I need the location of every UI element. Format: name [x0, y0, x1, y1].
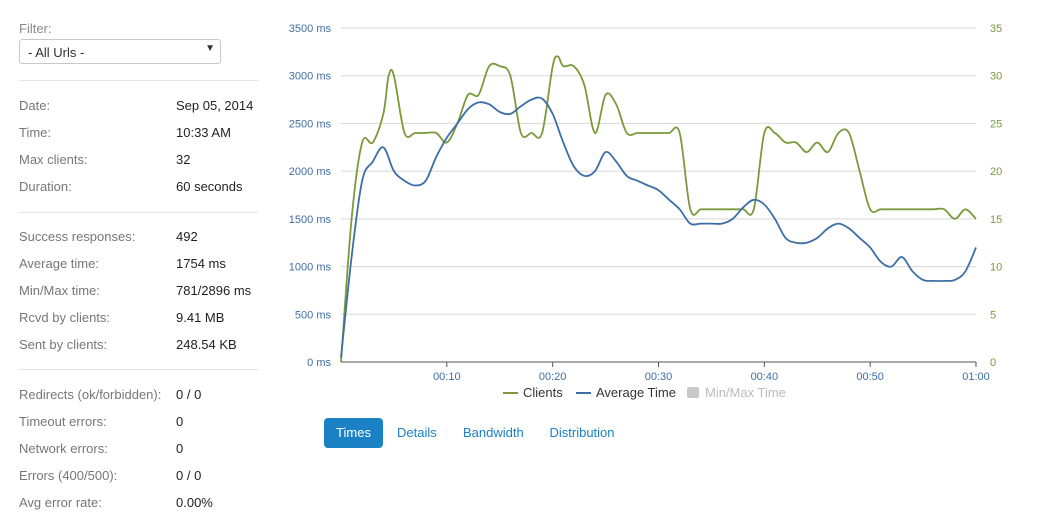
tab-distribution[interactable]: Distribution	[537, 418, 627, 448]
divider	[19, 212, 259, 213]
y-left-tick-label: 0 ms	[307, 357, 331, 369]
legend-label: Min/Max Time	[705, 385, 786, 400]
stat-row: Errors (400/500): 0 / 0	[19, 468, 259, 488]
stat-key: Redirects (ok/forbidden):	[19, 387, 162, 402]
stat-value: 60 seconds	[176, 179, 243, 194]
stat-value: 0	[176, 441, 184, 456]
tab-times[interactable]: Times	[324, 418, 383, 448]
legend-item-clients[interactable]: Clients	[503, 385, 563, 400]
x-tick-label: 00:40	[751, 371, 779, 383]
stat-row: Network errors: 0	[19, 441, 259, 461]
stat-key: Timeout errors:	[19, 414, 107, 429]
x-tick-label: 00:30	[645, 371, 673, 383]
stat-value: 32	[176, 152, 191, 167]
y-right-tick-label: 20	[990, 166, 1002, 178]
tab-bandwidth[interactable]: Bandwidth	[451, 418, 533, 448]
legend-item-min-max-time[interactable]: Min/Max Time	[687, 385, 786, 400]
stat-key: Avg error rate:	[19, 495, 102, 510]
stat-key: Time:	[19, 125, 52, 140]
url-filter-select[interactable]: - All Urls - ▼	[19, 39, 221, 64]
y-left-tick-label: 500 ms	[295, 309, 332, 321]
x-tick-label: 00:10	[433, 371, 461, 383]
stat-row: Duration: 60 seconds	[19, 179, 259, 199]
stat-value: 0	[176, 414, 184, 429]
legend-label: Average Time	[596, 385, 676, 400]
stat-value: 492	[176, 229, 198, 244]
y-left-tick-label: 1500 ms	[289, 214, 332, 226]
stat-value: 0 / 0	[176, 387, 202, 402]
y-left-tick-label: 3500 ms	[289, 23, 332, 35]
y-right-tick-label: 0	[990, 357, 996, 369]
stat-key: Rcvd by clients:	[19, 310, 111, 325]
stat-key: Errors (400/500):	[19, 468, 118, 483]
stat-row: Success responses: 492	[19, 229, 259, 249]
stat-row: Max clients: 32	[19, 152, 259, 172]
stat-row: Timeout errors: 0	[19, 414, 259, 434]
stat-value: 10:33 AM	[176, 125, 231, 140]
y-left-tick-label: 2000 ms	[289, 166, 332, 178]
legend-label: Clients	[523, 385, 563, 400]
y-left-tick-label: 1000 ms	[289, 262, 332, 274]
stat-row: Sent by clients: 248.54 KB	[19, 337, 259, 357]
filter-label: Filter:	[19, 21, 52, 36]
stat-row: Redirects (ok/forbidden): 0 / 0	[19, 387, 259, 407]
stat-key: Network errors:	[19, 441, 108, 456]
y-left-tick-label: 2500 ms	[289, 118, 332, 130]
series-line-clients	[340, 55, 977, 363]
y-right-tick-label: 15	[990, 214, 1002, 226]
y-right-tick-label: 25	[990, 118, 1002, 130]
x-tick-label: 01:00	[962, 371, 990, 383]
x-tick-label: 00:50	[856, 371, 884, 383]
x-tick-label: 00:20	[539, 371, 567, 383]
dropdown-arrow-icon: ▼	[205, 43, 215, 54]
y-right-tick-label: 5	[990, 309, 996, 321]
stat-key: Average time:	[19, 256, 99, 271]
y-right-tick-label: 35	[990, 23, 1002, 35]
stat-row: Avg error rate: 0.00%	[19, 495, 259, 515]
tab-details[interactable]: Details	[385, 418, 447, 448]
stat-key: Sent by clients:	[19, 337, 108, 352]
stat-value: 1754 ms	[176, 256, 226, 271]
stat-row: Rcvd by clients: 9.41 MB	[19, 310, 259, 330]
stat-key: Success responses:	[19, 229, 136, 244]
y-right-tick-label: 10	[990, 262, 1002, 274]
stat-key: Date:	[19, 98, 51, 113]
times-chart: 0 ms 0 500 ms 5 1000 ms 10 1500 ms 15 2000 ms 20 2…	[270, 10, 1038, 420]
divider	[19, 369, 259, 370]
chart-svg: 0 ms 0 500 ms 5 1000 ms 10 1500 ms 15 2000 ms 20 2…	[289, 23, 1002, 400]
filter-selected-value: - All Urls -	[28, 45, 85, 60]
y-right-tick-label: 30	[990, 71, 1002, 83]
stat-value: 248.54 KB	[176, 337, 237, 352]
stat-key: Duration:	[19, 179, 72, 194]
divider	[19, 80, 259, 81]
stat-value: 9.41 MB	[176, 310, 225, 325]
stat-row: Date: Sep 05, 2014	[19, 98, 259, 118]
y-left-tick-label: 3000 ms	[289, 71, 332, 83]
stat-value: Sep 05, 2014	[176, 98, 254, 113]
series-line-average-time	[340, 96, 977, 358]
stat-row: Min/Max time: 781/2896 ms	[19, 283, 259, 303]
stat-value: 781/2896 ms	[176, 283, 252, 298]
legend-item-average-time[interactable]: Average Time	[576, 385, 676, 400]
stat-row: Average time: 1754 ms	[19, 256, 259, 276]
stat-row: Time: 10:33 AM	[19, 125, 259, 145]
stat-value: 0 / 0	[176, 468, 202, 483]
stat-value: 0.00%	[176, 495, 213, 510]
stat-key: Min/Max time:	[19, 283, 100, 298]
stat-key: Max clients:	[19, 152, 88, 167]
legend-swatch	[687, 387, 699, 398]
